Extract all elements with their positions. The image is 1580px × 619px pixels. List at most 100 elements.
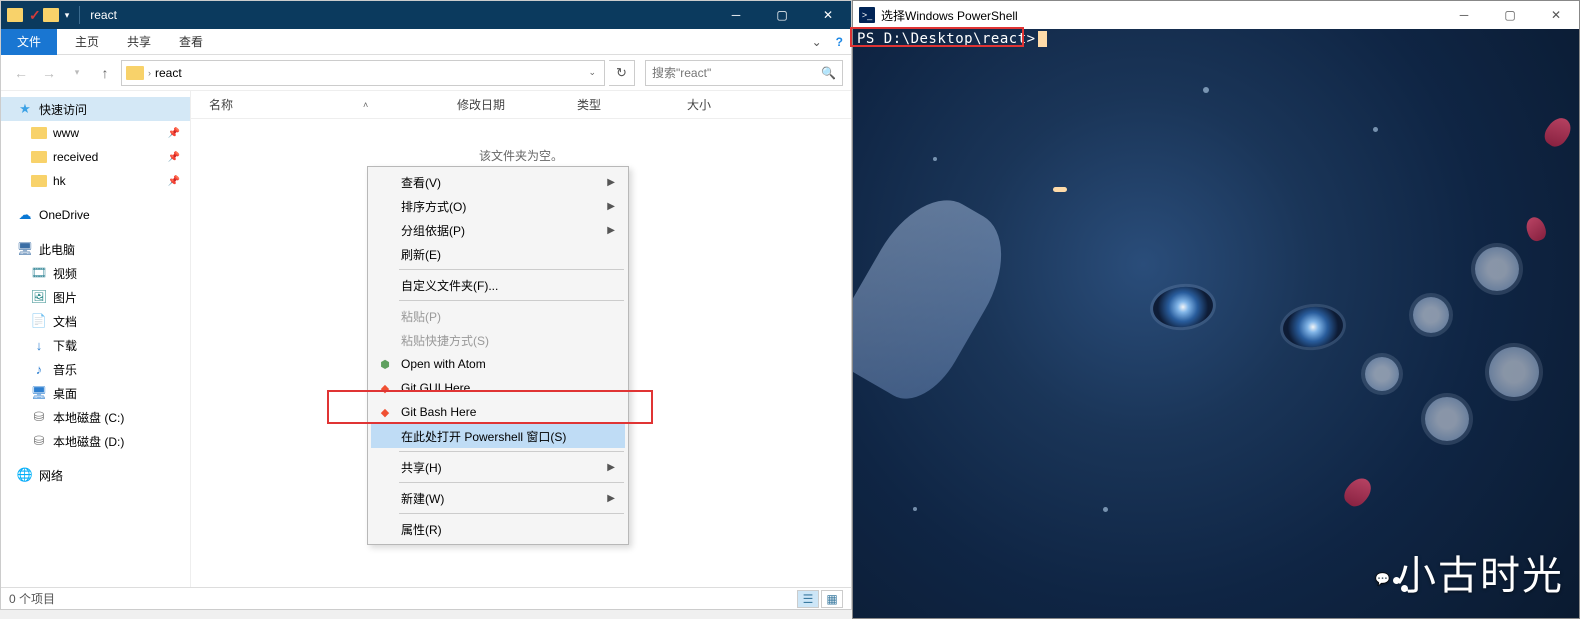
- sidebar-item-image[interactable]: 🖼图片: [1, 285, 190, 309]
- explorer-titlebar: ✓ ▾ react ─ ▢ ✕: [1, 1, 851, 29]
- column-type[interactable]: 类型: [577, 96, 687, 113]
- tab-home[interactable]: 主页: [61, 29, 113, 55]
- view-icons-button[interactable]: ▦: [821, 590, 843, 608]
- sidebar-item-www[interactable]: www📌: [1, 121, 190, 145]
- navigation-bar: ← → ▾ ↑ › react ⌄ ↻ 🔍: [1, 55, 851, 91]
- forward-button[interactable]: →: [37, 61, 61, 85]
- watermark-text: 小古时光: [1396, 543, 1564, 601]
- menu-customize[interactable]: 自定义文件夹(F)...: [371, 273, 625, 297]
- search-input[interactable]: [652, 66, 821, 80]
- sidebar-item-hk[interactable]: hk📌: [1, 169, 190, 193]
- menu-new[interactable]: 新建(W)▶: [371, 486, 625, 510]
- terminal-cursor: [1038, 31, 1047, 47]
- sidebar-item-doc[interactable]: 📄文档: [1, 309, 190, 333]
- window-title: react: [90, 8, 117, 22]
- minimize-button[interactable]: ─: [713, 1, 759, 29]
- menu-group[interactable]: 分组依据(P)▶: [371, 218, 625, 242]
- new-folder-icon[interactable]: [43, 8, 59, 22]
- star-icon: ★: [17, 101, 33, 117]
- sidebar-item-label: hk: [53, 174, 66, 188]
- powershell-icon: >_: [859, 7, 875, 23]
- atom-icon: ⬢: [377, 356, 393, 372]
- tab-share[interactable]: 共享: [113, 29, 165, 55]
- pin-icon: 📌: [168, 128, 180, 139]
- sidebar-item-down[interactable]: ↓下载: [1, 333, 190, 357]
- sidebar-quick-access[interactable]: ★快速访问: [1, 97, 190, 121]
- sidebar-onedrive[interactable]: ☁OneDrive: [1, 203, 190, 227]
- view-details-button[interactable]: ☰: [797, 590, 819, 608]
- folder-icon[interactable]: [7, 8, 23, 22]
- minimize-button[interactable]: ─: [1441, 1, 1487, 29]
- chevron-right-icon[interactable]: ›: [148, 68, 151, 78]
- search-box[interactable]: 🔍: [645, 60, 843, 86]
- sidebar-item-disk-d[interactable]: ⛁本地磁盘 (D:): [1, 429, 190, 453]
- menu-git-bash[interactable]: ◆Git Bash Here: [371, 400, 625, 424]
- column-headers: 名称˄ 修改日期 类型 大小: [191, 91, 851, 119]
- git-icon: ◆: [377, 380, 393, 396]
- tab-view[interactable]: 查看: [165, 29, 217, 55]
- sidebar-item-desk[interactable]: 🖥桌面: [1, 381, 190, 405]
- back-button[interactable]: ←: [9, 61, 33, 85]
- menu-refresh[interactable]: 刷新(E): [371, 242, 625, 266]
- sidebar-item-label: 视频: [53, 265, 77, 282]
- menu-properties[interactable]: 属性(R): [371, 517, 625, 541]
- sidebar-item-label: 音乐: [53, 361, 77, 378]
- menu-open-powershell[interactable]: 在此处打开 Powershell 窗口(S): [371, 424, 625, 448]
- tab-file[interactable]: 文件: [1, 29, 57, 55]
- menu-share[interactable]: 共享(H)▶: [371, 455, 625, 479]
- refresh-button[interactable]: ↻: [609, 60, 635, 86]
- window-controls: ─ ▢ ✕: [1441, 1, 1579, 29]
- path-segment[interactable]: react: [155, 66, 182, 80]
- chevron-right-icon: ▶: [607, 225, 615, 236]
- search-icon[interactable]: 🔍: [821, 66, 836, 80]
- address-bar[interactable]: › react ⌄: [121, 60, 605, 86]
- menu-separator: [399, 300, 624, 301]
- status-bar: 0 个项目 ☰ ▦: [1, 587, 851, 609]
- column-name[interactable]: 名称˄: [209, 96, 457, 113]
- item-count: 0 个项目: [9, 590, 55, 607]
- close-button[interactable]: ✕: [805, 1, 851, 29]
- sidebar-item-label: 图片: [53, 289, 77, 306]
- menu-sort[interactable]: 排序方式(O)▶: [371, 194, 625, 218]
- pc-icon: 🖥: [17, 241, 33, 257]
- column-size[interactable]: 大小: [687, 96, 767, 113]
- maximize-button[interactable]: ▢: [1487, 1, 1533, 29]
- help-icon[interactable]: ?: [828, 35, 851, 49]
- ribbon-expand-icon[interactable]: ⌄: [806, 35, 828, 49]
- onedrive-icon: ☁: [17, 207, 33, 223]
- powershell-window: >_ 选择Windows PowerShell ─ ▢ ✕: [852, 0, 1580, 619]
- maximize-button[interactable]: ▢: [759, 1, 805, 29]
- disk-icon: ⛁: [31, 433, 47, 449]
- menu-view[interactable]: 查看(V)▶: [371, 170, 625, 194]
- sidebar-this-pc[interactable]: 🖥此电脑: [1, 237, 190, 261]
- column-date[interactable]: 修改日期: [457, 96, 577, 113]
- chevron-right-icon: ▶: [607, 201, 615, 212]
- sort-indicator-icon: ˄: [363, 100, 368, 110]
- sidebar-item-label: 本地磁盘 (C:): [53, 409, 124, 426]
- powershell-terminal[interactable]: PS D:\Desktop\react>: [853, 29, 1579, 618]
- music-icon: ♪: [31, 361, 47, 377]
- sidebar-item-label: 网络: [39, 467, 63, 484]
- sidebar-item-received[interactable]: received📌: [1, 145, 190, 169]
- folder-icon: [31, 175, 47, 187]
- sidebar-item-disk-c[interactable]: ⛁本地磁盘 (C:): [1, 405, 190, 429]
- close-button[interactable]: ✕: [1533, 1, 1579, 29]
- chevron-right-icon: ▶: [607, 462, 615, 473]
- address-dropdown-icon[interactable]: ⌄: [584, 67, 600, 78]
- powershell-titlebar: >_ 选择Windows PowerShell ─ ▢ ✕: [853, 1, 1579, 29]
- menu-open-atom[interactable]: ⬢Open with Atom: [371, 352, 625, 376]
- menu-git-gui[interactable]: ◆Git GUI Here: [371, 376, 625, 400]
- sidebar-network[interactable]: 🌐网络: [1, 463, 190, 487]
- qat-dropdown-icon[interactable]: ▾: [65, 10, 70, 21]
- menu-separator: [399, 269, 624, 270]
- window-title: 选择Windows PowerShell: [881, 7, 1018, 24]
- context-menu: 查看(V)▶ 排序方式(O)▶ 分组依据(P)▶ 刷新(E) 自定义文件夹(F)…: [367, 166, 629, 545]
- sidebar-item-music[interactable]: ♪ 音乐: [1, 357, 190, 381]
- sidebar-item-video[interactable]: 🎞视频: [1, 261, 190, 285]
- up-button[interactable]: ↑: [93, 61, 117, 85]
- properties-icon[interactable]: ✓: [29, 7, 41, 24]
- menu-separator: [399, 451, 624, 452]
- menu-separator: [399, 513, 624, 514]
- recent-dropdown[interactable]: ▾: [65, 61, 89, 85]
- sidebar-item-label: 文档: [53, 313, 77, 330]
